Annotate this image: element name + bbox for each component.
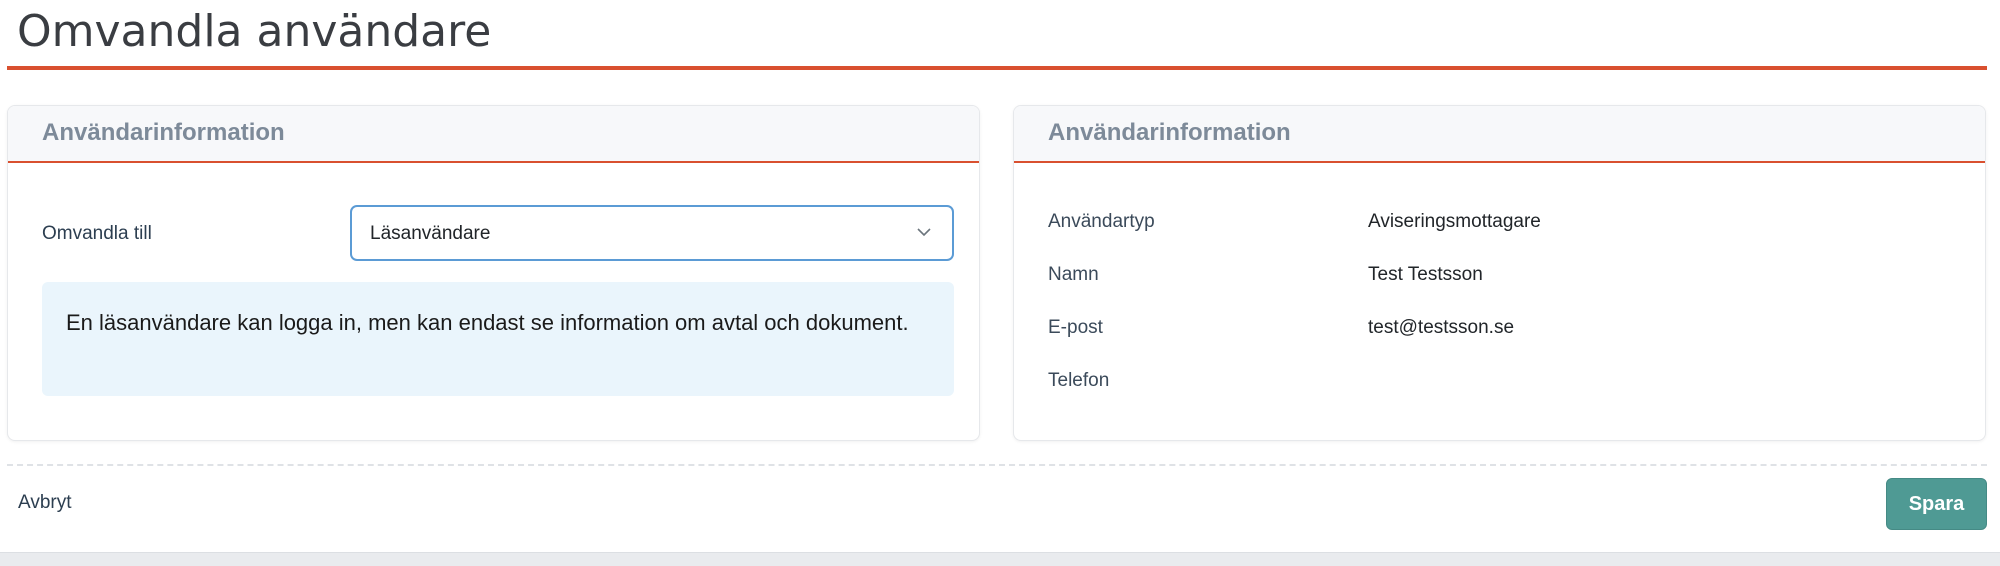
user-info-card: Användarinformation Användartyp Aviserin… (1013, 105, 1986, 441)
user-type-value: Aviseringsmottagare (1368, 211, 1541, 232)
card-title: Användarinformation (42, 119, 285, 146)
email-value: test@testsson.se (1368, 317, 1515, 338)
page-title: Omvandla användare (17, 6, 492, 57)
name-value: Test Testsson (1368, 264, 1483, 285)
chevron-down-icon (917, 228, 931, 237)
convert-to-select-value: Läsanvändare (370, 223, 491, 244)
card-title: Användarinformation (1048, 119, 1291, 146)
card-header: Användarinformation (1014, 106, 1985, 163)
cancel-link[interactable]: Avbryt (18, 492, 72, 514)
convert-card: Användarinformation Omvandla till Läsanv… (7, 105, 980, 441)
card-header: Användarinformation (8, 106, 979, 163)
bottom-bar (0, 552, 2000, 566)
name-label: Namn (1048, 264, 1099, 285)
page-header: Omvandla användare (7, 0, 1987, 70)
user-type-label: Användartyp (1048, 211, 1155, 232)
info-message: En läsanvändare kan logga in, men kan en… (42, 282, 954, 396)
email-label: E-post (1048, 317, 1103, 338)
convert-to-label: Omvandla till (42, 223, 152, 244)
phone-label: Telefon (1048, 370, 1110, 391)
convert-to-select[interactable]: Läsanvändare (350, 205, 954, 261)
save-button[interactable]: Spara (1886, 478, 1987, 530)
footer-divider (7, 464, 1987, 466)
